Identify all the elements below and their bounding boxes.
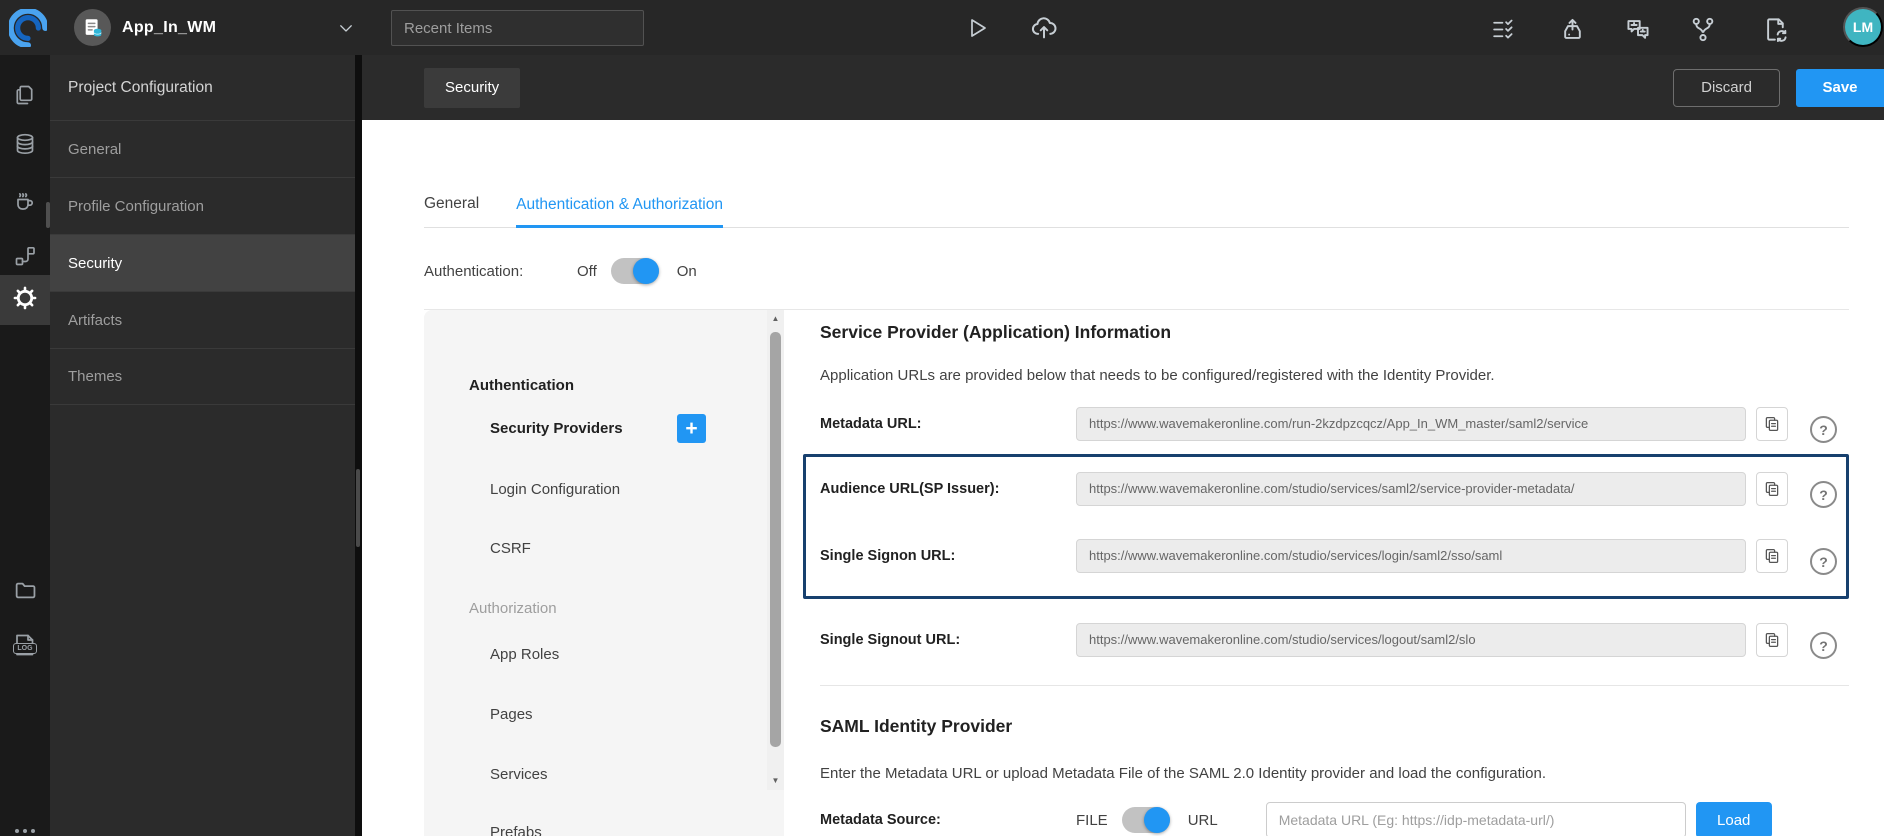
single-signout-url-input[interactable] (1076, 622, 1746, 657)
nav-item-pages[interactable]: Pages (424, 704, 784, 726)
tab-authentication-authorization[interactable]: Authentication & Authorization (516, 195, 723, 228)
toggle-knob (632, 258, 659, 284)
page-title-tab[interactable]: Security (424, 67, 521, 108)
left-icon-rail: LOG (0, 55, 50, 836)
file-option-label: FILE (1076, 811, 1108, 829)
nav-item-security-providers[interactable]: Security Providers + (424, 414, 784, 444)
copy-icon[interactable] (1756, 406, 1788, 441)
url-option-label: URL (1187, 811, 1218, 829)
topbar: App_In_WM Recent Items LM (0, 0, 1884, 55)
project-configuration-title: Project Configuration (68, 78, 213, 96)
pages-icon[interactable] (0, 70, 50, 120)
translate-icon[interactable] (1622, 14, 1654, 44)
metadata-source-row: Metadata Source: FILE URL Load (803, 802, 1849, 836)
nav-section-authentication: Authentication (469, 377, 574, 394)
save-button[interactable]: Save (1796, 68, 1884, 107)
nav-section-authorization: Authorization (469, 600, 557, 617)
load-button[interactable]: Load (1695, 802, 1772, 836)
authentication-on-label: On (676, 262, 697, 280)
metadata-url-label: Metadata URL: (820, 415, 922, 432)
authentication-label: Authentication: (424, 262, 524, 280)
panel-separator (355, 55, 362, 836)
audience-url-label: Audience URL(SP Issuer): (820, 480, 1000, 497)
service-provider-section: Service Provider (Application) Informati… (803, 310, 1849, 836)
authentication-toggle-row: Authentication: Off On (424, 256, 1884, 286)
authentication-toggle[interactable] (610, 258, 659, 284)
log-icon-label: LOG (13, 643, 37, 654)
database-icon[interactable] (0, 119, 50, 169)
tab-general[interactable]: General (424, 195, 479, 227)
audience-url-row: Audience URL(SP Issuer): ? (806, 469, 1846, 508)
preview-play-icon[interactable] (963, 14, 991, 42)
files-folder-icon[interactable] (0, 565, 50, 615)
export-deploy-icon[interactable] (1557, 14, 1587, 44)
help-icon[interactable]: ? (1810, 548, 1837, 575)
nav-item-app-roles[interactable]: App Roles (424, 644, 784, 666)
settings-rail-item[interactable] (0, 275, 50, 325)
single-signout-url-label: Single Signout URL: (820, 631, 961, 648)
file-sync-icon[interactable] (1760, 14, 1792, 44)
checklist-icon[interactable] (1489, 15, 1517, 43)
chevron-down-icon[interactable] (335, 17, 357, 39)
authentication-off-label: Off (577, 262, 597, 280)
menu-item-themes[interactable]: Themes (50, 348, 355, 405)
copy-icon[interactable] (1756, 538, 1788, 573)
section-divider (820, 685, 1849, 686)
java-services-icon[interactable] (0, 176, 50, 226)
gear-icon (12, 285, 38, 316)
panel-scrollbar-thumb[interactable] (356, 469, 360, 547)
publish-cloud-upload-icon[interactable] (1028, 12, 1060, 44)
nav-item-csrf[interactable]: CSRF (424, 538, 784, 560)
nav-scrollbar: ▲ ▼ (767, 310, 784, 790)
menu-item-security[interactable]: Security (50, 234, 355, 291)
project-configuration-panel: Project Configuration General Profile Co… (50, 55, 355, 836)
recent-items-label: Recent Items (404, 19, 493, 37)
scroll-up-icon[interactable]: ▲ (767, 310, 784, 327)
help-icon[interactable]: ? (1810, 481, 1837, 508)
app-title: App_In_WM (122, 18, 217, 36)
more-options-icon[interactable] (0, 806, 50, 836)
page-header: Security Discard Save (362, 55, 1884, 120)
logs-icon[interactable]: LOG (0, 620, 50, 670)
metadata-source-toggle[interactable] (1121, 807, 1170, 833)
nav-item-services[interactable]: Services (424, 764, 784, 786)
idp-metadata-url-input[interactable] (1265, 802, 1686, 836)
security-settings-nav: Authentication Security Providers + Logi… (424, 310, 784, 836)
discard-button[interactable]: Discard (1673, 68, 1780, 107)
add-security-provider-button[interactable]: + (677, 414, 706, 443)
menu-item-profile-configuration[interactable]: Profile Configuration (50, 177, 355, 234)
security-tabs: General Authentication & Authorization (424, 195, 1849, 228)
sp-info-description: Application URLs are provided below that… (820, 367, 1495, 384)
nav-scrollbar-thumb[interactable] (770, 332, 781, 747)
sp-info-title: Service Provider (Application) Informati… (820, 322, 1172, 342)
single-signon-url-row: Single Signon URL: ? (806, 536, 1846, 575)
copy-icon[interactable] (1756, 622, 1788, 657)
single-signon-url-input[interactable] (1076, 538, 1746, 573)
toggle-knob (1143, 807, 1170, 833)
wavemaker-logo-icon[interactable] (8, 8, 48, 48)
single-signout-url-row: Single Signout URL: ? (803, 620, 1849, 659)
app-icon (74, 9, 111, 46)
version-control-icon[interactable] (1687, 14, 1719, 44)
copy-icon[interactable] (1756, 471, 1788, 506)
saml-idp-description: Enter the Metadata URL or upload Metadat… (820, 765, 1546, 782)
metadata-url-row: Metadata URL: ? (803, 404, 1849, 443)
metadata-url-input[interactable] (1076, 406, 1746, 441)
metadata-source-label: Metadata Source: (820, 812, 941, 828)
apis-connector-icon[interactable] (0, 231, 50, 281)
menu-item-general[interactable]: General (50, 120, 355, 177)
saml-idp-title: SAML Identity Provider (820, 716, 1013, 736)
help-icon[interactable]: ? (1810, 632, 1837, 659)
single-signon-url-label: Single Signon URL: (820, 547, 956, 564)
menu-item-artifacts[interactable]: Artifacts (50, 291, 355, 348)
scroll-down-icon[interactable]: ▼ (767, 772, 784, 789)
highlighted-fields-box: Audience URL(SP Issuer): ? (803, 454, 1849, 599)
recent-items-box[interactable]: Recent Items (391, 10, 644, 46)
audience-url-input[interactable] (1076, 471, 1746, 506)
user-avatar[interactable]: LM (1843, 7, 1883, 47)
nav-item-login-configuration[interactable]: Login Configuration (424, 479, 784, 501)
nav-item-label: Security Providers (490, 420, 623, 437)
nav-item-prefabs[interactable]: Prefabs (424, 822, 784, 836)
help-icon[interactable]: ? (1810, 416, 1837, 443)
